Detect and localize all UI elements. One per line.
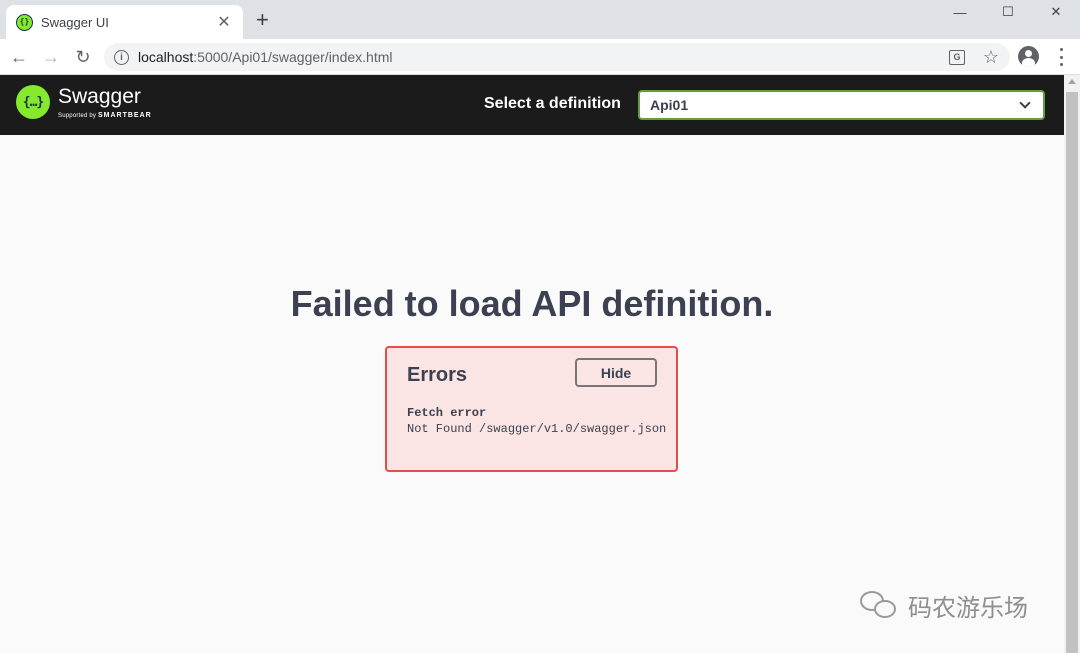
browser-toolbar: ← → ↻ i localhost:5000/Api01/swagger/ind… (0, 39, 1080, 75)
page-scrollbar[interactable] (1064, 75, 1080, 653)
translate-icon[interactable]: G (948, 48, 966, 66)
url-text: localhost:5000/Api01/swagger/index.html (138, 49, 393, 65)
chevron-down-icon (1019, 97, 1031, 109)
logo-name: Swagger (58, 85, 141, 108)
logo-subtitle: Supported by SMARTBEAR (58, 112, 152, 119)
url-host: localhost (138, 49, 194, 65)
info-icon[interactable]: i (114, 49, 129, 65)
reload-icon[interactable]: ↻ (72, 46, 94, 68)
url-path: :5000/Api01/swagger/index.html (193, 49, 393, 65)
errors-title: Errors (407, 364, 468, 386)
swagger-logo-icon: {…} (16, 85, 50, 119)
definition-select[interactable]: Api01 (638, 90, 1045, 120)
address-bar[interactable]: i localhost:5000/Api01/swagger/index.htm… (104, 43, 1010, 71)
hide-button[interactable]: Hide (575, 358, 657, 387)
star-icon[interactable]: ☆ (982, 47, 1000, 67)
watermark: 码农游乐场 (860, 588, 1028, 623)
minimize-icon[interactable]: — (936, 0, 984, 24)
window-controls: — ☐ ✕ (936, 0, 1080, 26)
kebab-menu-icon[interactable] (1054, 48, 1068, 66)
browser-titlebar: {} Swagger UI ✕ + — ☐ ✕ (0, 0, 1080, 39)
swagger-logo[interactable]: {…} Swagger Supported by SMARTBEAR (16, 85, 152, 119)
page-title: Failed to load API definition. (290, 283, 774, 324)
maximize-icon[interactable]: ☐ (984, 0, 1032, 24)
error-name: Fetch error (407, 406, 487, 420)
profile-icon[interactable] (1018, 46, 1039, 67)
arrow-left-icon[interactable]: ← (8, 46, 30, 68)
new-tab-icon[interactable]: + (256, 9, 269, 31)
swagger-favicon-icon: {} (16, 13, 33, 31)
errors-panel: Errors Hide Fetch error Not Found /swagg… (385, 346, 678, 472)
wechat-icon (860, 590, 898, 621)
swagger-topbar: {…} Swagger Supported by SMARTBEAR Selec… (0, 75, 1064, 135)
tab-title: Swagger UI (41, 14, 109, 30)
select-definition-label: Select a definition (484, 95, 621, 112)
scroll-thumb[interactable] (1066, 92, 1078, 653)
watermark-text: 码农游乐场 (908, 594, 1028, 622)
tab-close-icon[interactable]: ✕ (215, 12, 233, 32)
error-message: Not Found /swagger/v1.0/swagger.json (407, 422, 667, 436)
browser-tab[interactable]: {} Swagger UI ✕ (6, 5, 243, 39)
arrow-right-icon[interactable]: → (40, 46, 62, 68)
selected-definition: Api01 (650, 97, 689, 113)
scroll-up-arrow-icon[interactable] (1068, 79, 1076, 84)
window-close-icon[interactable]: ✕ (1032, 0, 1080, 24)
